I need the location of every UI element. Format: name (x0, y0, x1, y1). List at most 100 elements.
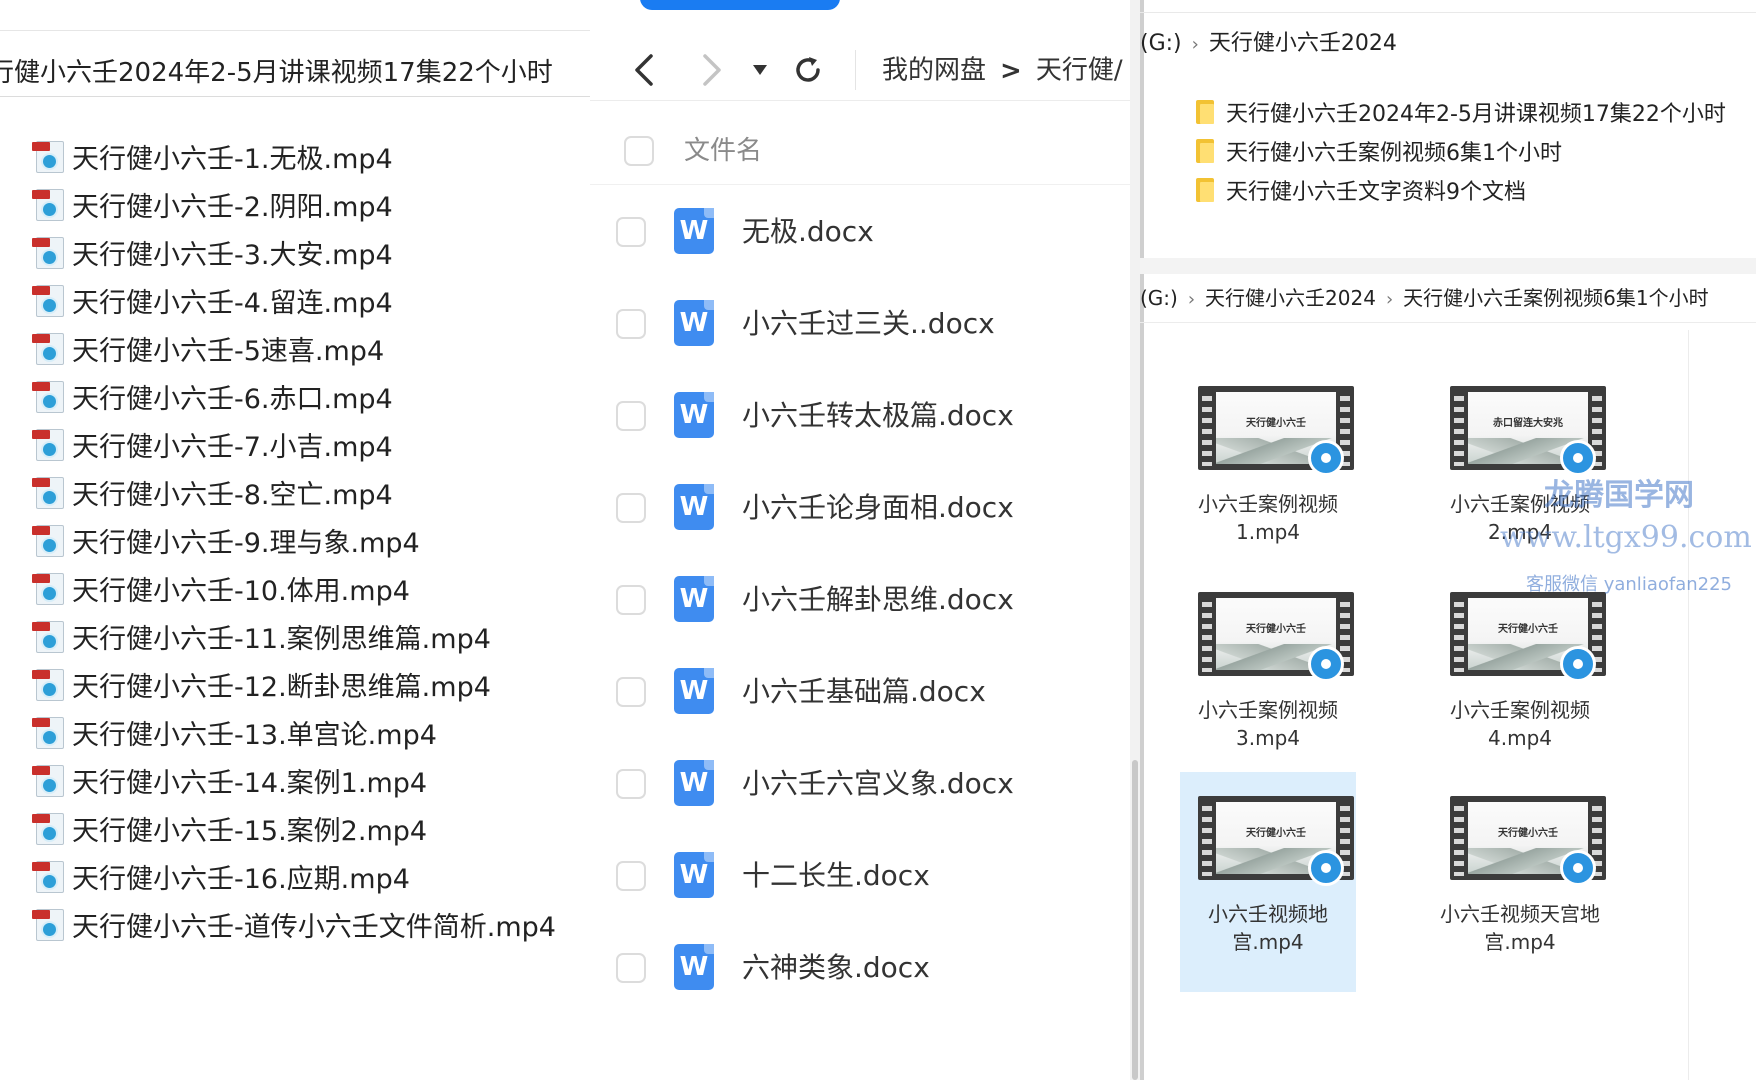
word-doc-icon: W (674, 208, 714, 254)
second-address-bar[interactable]: (G:) › 天行健小六壬2024 › 天行健小六壬案例视频6集1个小时 (1140, 278, 1709, 318)
video-file-item[interactable]: 天行健小六壬-3.大安.mp4 (32, 228, 556, 276)
icon-disc (41, 921, 58, 938)
icon-disc (41, 873, 58, 890)
watermark-site-name: 龙腾国学网 (1544, 478, 1694, 513)
file-name[interactable]: 无极.docx (742, 186, 874, 278)
address-subfolder[interactable]: 天行健小六壬案例视频6集1个小时 (1403, 286, 1708, 310)
breadcrumb-current[interactable]: 天行健/ (1036, 56, 1123, 86)
word-doc-icon: W (674, 760, 714, 806)
file-name[interactable]: 小六壬论身面相.docx (742, 462, 1014, 554)
file-checkbox[interactable] (616, 401, 646, 431)
word-doc-icon: W (674, 668, 714, 714)
video-file-item[interactable]: 天行健小六壬-13.单宫论.mp4 (32, 708, 556, 756)
icon-disc (41, 777, 58, 794)
video-thumbnail-tile[interactable]: 天行健小六壬 小六壬案例视频1.mp4 (1180, 362, 1356, 582)
folder-item[interactable]: 天行健小六壬2024年2-5月讲课视频17集22个小时 (1196, 92, 1726, 131)
file-name[interactable]: 小六壬转太极篇.docx (742, 370, 1014, 462)
video-file-item[interactable]: 天行健小六壬-1.无极.mp4 (32, 132, 556, 180)
video-file-item[interactable]: 天行健小六壬-道传小六壬文件简析.mp4 (32, 900, 556, 948)
file-name[interactable]: 小六壬基础篇.docx (742, 646, 986, 738)
icon-tag (32, 190, 50, 199)
scrollbar-thumb[interactable] (1132, 760, 1138, 1080)
video-thumbnail-tile[interactable]: 天行健小六壬 小六壬案例视频3.mp4 (1180, 568, 1356, 788)
video-file-item[interactable]: 天行健小六壬-6.赤口.mp4 (32, 372, 556, 420)
file-name[interactable]: 十二长生.docx (742, 830, 930, 922)
file-checkbox[interactable] (616, 953, 646, 983)
icon-disc (41, 825, 58, 842)
file-row[interactable]: W 小六壬六宫义象.docx (590, 738, 1140, 830)
video-thumbnail-tile[interactable]: 天行健小六壬 小六壬视频地宫.mp4 (1180, 772, 1356, 992)
address-folder[interactable]: 天行健小六壬2024 (1209, 31, 1397, 56)
video-file-item[interactable]: 天行健小六壬-16.应期.mp4 (32, 852, 556, 900)
video-file-item[interactable]: 天行健小六壬-5速喜.mp4 (32, 324, 556, 372)
left-address-bar[interactable]: 行健小六壬2024年2-5月讲课视频17集22个小时 (0, 50, 590, 97)
refresh-button[interactable] (788, 50, 828, 90)
file-name[interactable]: 小六壬过三关..docx (742, 278, 995, 370)
video-thumbnail-tile[interactable]: 天行健小六壬 小六壬视频天宫地宫.mp4 (1432, 772, 1608, 992)
chevron-left-icon (635, 54, 653, 86)
icon-disc (41, 441, 58, 458)
video-file-name: 天行健小六壬-4.留连.mp4 (72, 287, 393, 319)
icon-disc (41, 249, 58, 266)
accent-pill (640, 0, 840, 10)
file-name[interactable]: 小六壬六宫义象.docx (742, 738, 1014, 830)
file-checkbox[interactable] (616, 677, 646, 707)
back-button[interactable] (624, 50, 664, 90)
explorer-address-bar[interactable]: (G:) › 天行健小六壬2024 (1140, 24, 1397, 64)
breadcrumb: 我的网盘 > 天行健/ (882, 50, 1123, 90)
address-drive[interactable]: (G:) (1140, 286, 1178, 310)
video-file-item[interactable]: 天行健小六壬-14.案例1.mp4 (32, 756, 556, 804)
filename-column-header[interactable]: 文件名 (684, 118, 762, 184)
folder-name: 天行健小六壬案例视频6集1个小时 (1226, 140, 1562, 166)
address-drive[interactable]: (G:) (1140, 31, 1182, 56)
video-thumbnail-tile[interactable]: 天行健小六壬 小六壬案例视频4.mp4 (1432, 568, 1608, 788)
video-file-name: 天行健小六壬-10.体用.mp4 (72, 575, 410, 607)
file-row[interactable]: W 小六壬解卦思维.docx (590, 554, 1140, 646)
file-row[interactable]: W 小六壬论身面相.docx (590, 462, 1140, 554)
film-reel-icon (1308, 440, 1344, 476)
file-checkbox[interactable] (616, 861, 646, 891)
file-checkbox[interactable] (616, 309, 646, 339)
video-file-icon (32, 859, 66, 893)
video-file-item[interactable]: 天行健小六壬-8.空亡.mp4 (32, 468, 556, 516)
file-name[interactable]: 六神类象.docx (742, 922, 930, 1014)
file-checkbox[interactable] (616, 217, 646, 247)
file-row[interactable]: W 小六壬转太极篇.docx (590, 370, 1140, 462)
breadcrumb-root[interactable]: 我的网盘 (882, 56, 986, 86)
file-row[interactable]: W 无极.docx (590, 186, 1140, 278)
icon-tag (32, 670, 50, 679)
history-dropdown-button[interactable] (740, 50, 780, 90)
grid-edge (1688, 330, 1689, 1080)
word-doc-icon: W (674, 576, 714, 622)
file-row[interactable]: W 小六壬过三关..docx (590, 278, 1140, 370)
file-name[interactable]: 小六壬解卦思维.docx (742, 554, 1014, 646)
video-file-item[interactable]: 天行健小六壬-7.小吉.mp4 (32, 420, 556, 468)
file-checkbox[interactable] (616, 769, 646, 799)
file-row[interactable]: W 十二长生.docx (590, 830, 1140, 922)
file-checkbox[interactable] (616, 585, 646, 615)
video-file-item[interactable]: 天行健小六壬-10.体用.mp4 (32, 564, 556, 612)
video-file-item[interactable]: 天行健小六壬-2.阴阳.mp4 (32, 180, 556, 228)
video-file-item[interactable]: 天行健小六壬-12.断卦思维篇.mp4 (32, 660, 556, 708)
video-file-item[interactable]: 天行健小六壬-4.留连.mp4 (32, 276, 556, 324)
select-all-checkbox[interactable] (624, 136, 654, 166)
document-list: W 无极.docx W 小六壬过三关..docx W 小六壬转太极篇.docx W 小六壬论身… (590, 186, 1140, 1014)
video-file-icon (32, 907, 66, 941)
file-list-header: 文件名 (590, 118, 1140, 185)
icon-disc (41, 537, 58, 554)
folder-item[interactable]: 天行健小六壬文字资料9个文档 (1196, 170, 1726, 209)
folder-item[interactable]: 天行健小六壬案例视频6集1个小时 (1196, 131, 1726, 170)
video-file-icon (32, 619, 66, 653)
video-file-name: 天行健小六壬-2.阴阳.mp4 (72, 191, 393, 223)
address-folder[interactable]: 天行健小六壬2024 (1205, 286, 1376, 310)
file-row[interactable]: W 六神类象.docx (590, 922, 1140, 1014)
scrollbar[interactable] (1130, 0, 1140, 1080)
video-file-item[interactable]: 天行健小六壬-15.案例2.mp4 (32, 804, 556, 852)
video-file-item[interactable]: 天行健小六壬-9.理与象.mp4 (32, 516, 556, 564)
file-checkbox[interactable] (616, 493, 646, 523)
file-row[interactable]: W 小六壬基础篇.docx (590, 646, 1140, 738)
forward-button[interactable] (692, 50, 732, 90)
thumbnail-title: 天行健小六壬 (1498, 624, 1558, 635)
video-file-item[interactable]: 天行健小六壬-11.案例思维篇.mp4 (32, 612, 556, 660)
video-tile-name: 小六壬案例视频1.mp4 (1198, 492, 1338, 544)
